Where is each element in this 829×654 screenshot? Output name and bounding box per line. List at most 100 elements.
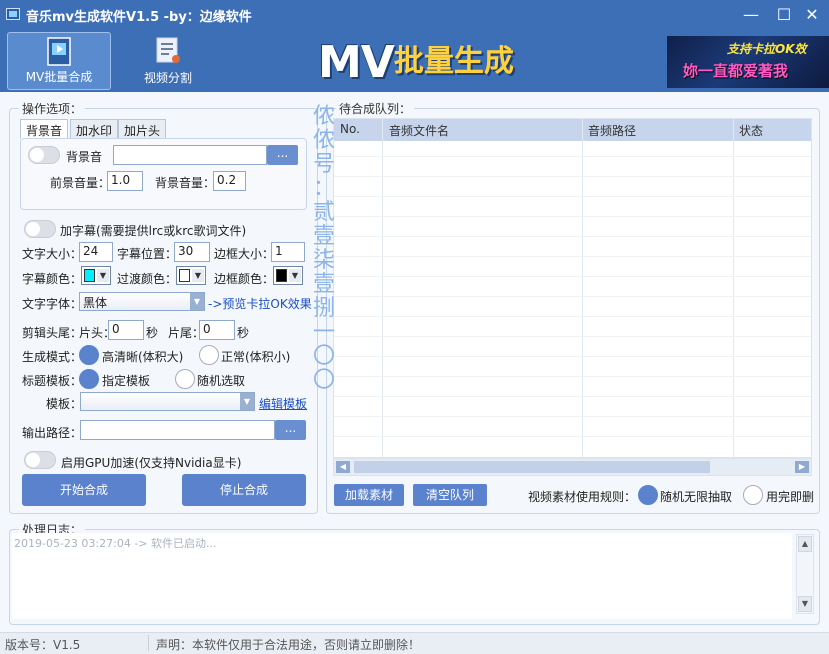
rule-random-radio[interactable] <box>638 485 658 505</box>
border-size-input[interactable]: 1 <box>271 242 305 262</box>
scroll-left-icon[interactable]: ◀ <box>336 461 350 473</box>
column-audio-path[interactable]: 音频路径 <box>588 122 636 139</box>
column-status[interactable]: 状态 <box>739 122 763 139</box>
subtitle-toggle[interactable] <box>24 220 56 238</box>
column-audio-name[interactable]: 音频文件名 <box>389 122 449 139</box>
font-family-label: 文字字体： <box>22 297 83 311</box>
chevron-down-icon: ▼ <box>240 393 254 410</box>
material-rule-label: 视频素材使用规则： <box>528 490 637 504</box>
trim-label: 剪辑头尾： <box>22 326 83 340</box>
row-divider <box>334 316 811 317</box>
fg-volume-input[interactable]: 1.0 <box>107 171 143 191</box>
subtitle-position-input[interactable]: 30 <box>174 242 210 262</box>
bgm-path-input[interactable] <box>113 145 267 165</box>
banner-karaoke-caption: 支持卡拉OK效 <box>727 42 807 56</box>
version-label: 版本号：V1.5 <box>5 638 81 652</box>
gpu-toggle[interactable] <box>24 451 56 469</box>
queue-table-header: No. 音频文件名 音频路径 状态 <box>334 119 811 141</box>
output-browse-button[interactable]: ... <box>275 420 306 440</box>
output-path-input[interactable] <box>80 420 275 440</box>
template-select[interactable]: ▼ <box>80 392 255 411</box>
mode-normal-radio[interactable] <box>199 345 219 365</box>
tab-bgm[interactable]: 背景音 <box>20 119 69 139</box>
watermark-char: 侬 <box>312 104 335 129</box>
preview-karaoke-link[interactable]: ->预览卡拉OK效果 <box>208 295 312 312</box>
row-divider <box>334 436 811 437</box>
border-color-picker[interactable]: ▼ <box>273 266 303 285</box>
maximize-button[interactable]: ☐ <box>773 4 795 26</box>
row-divider <box>334 356 811 357</box>
head-seconds-input[interactable]: 0 <box>108 320 144 340</box>
close-button[interactable]: ✕ <box>801 4 823 26</box>
border-color-label: 边框颜色： <box>214 272 275 286</box>
tail-seconds-input[interactable]: 0 <box>199 320 235 340</box>
template-random-label: 随机选取 <box>197 374 246 388</box>
add-material-button[interactable]: 加载素材 <box>334 484 404 506</box>
rule-once-label: 用完即删 <box>766 490 815 504</box>
bg-volume-label: 背景音量： <box>155 176 216 190</box>
row-divider <box>334 276 811 277</box>
row-divider <box>334 296 811 297</box>
column-no[interactable]: No. <box>340 122 360 136</box>
clear-queue-button[interactable]: 清空队列 <box>413 484 487 506</box>
start-button[interactable]: 开始合成 <box>22 474 146 506</box>
tab-watermark[interactable]: 加水印 <box>70 119 119 139</box>
watermark-char: 壹 <box>312 224 335 249</box>
split-document-icon <box>156 37 180 63</box>
output-path-label: 输出路径： <box>22 426 83 440</box>
rule-random-label: 随机无限抽取 <box>660 490 733 504</box>
video-split-tab[interactable]: 视频分割 <box>116 32 220 90</box>
bgm-label: 背景音 <box>66 150 103 164</box>
row-divider <box>334 336 811 337</box>
banner-karaoke-lyric: 妳一直都爱著我 <box>683 62 789 80</box>
scroll-up-icon[interactable]: ▲ <box>798 536 812 552</box>
rule-once-radio[interactable] <box>743 485 763 505</box>
subtitle-label: 加字幕(需要提供lrc或krc歌词文件) <box>60 224 247 238</box>
head-unit: 秒 <box>146 326 159 340</box>
row-divider <box>334 216 811 217</box>
font-color-picker[interactable]: ▼ <box>81 266 111 285</box>
mode-hd-radio[interactable] <box>79 345 99 365</box>
bg-volume-input[interactable]: 0.2 <box>213 171 246 191</box>
tab-intro[interactable]: 加片头 <box>118 119 167 139</box>
mv-batch-tab[interactable]: MV批量合成 <box>7 32 111 90</box>
watermark-char: 侬 <box>312 128 335 153</box>
banner-logo: MV批量生成 <box>318 36 558 88</box>
minimize-button[interactable]: — <box>740 4 762 26</box>
mode-hd-label: 高清晰(体积大) <box>102 350 184 364</box>
fg-volume-label: 前景音量： <box>50 176 111 190</box>
watermark-char: 柒 <box>312 248 335 273</box>
font-color-label: 字幕颜色： <box>22 272 83 286</box>
edit-template-link[interactable]: 编辑模板 <box>259 395 307 412</box>
stop-button[interactable]: 停止合成 <box>182 474 306 506</box>
template-random-radio[interactable] <box>175 369 195 389</box>
watermark-char: 捌 <box>312 296 335 321</box>
banner-karaoke-image: 支持卡拉OK效 妳一直都爱著我 <box>667 36 829 88</box>
template-fixed-radio[interactable] <box>79 369 99 389</box>
watermark-char: ： <box>312 176 335 201</box>
font-family-select[interactable]: 黑体 ▼ <box>79 292 205 311</box>
mode-normal-label: 正常(体积小) <box>221 350 291 364</box>
watermark-char: 〇 <box>312 344 335 369</box>
scroll-thumb[interactable] <box>354 461 710 473</box>
row-divider <box>334 156 811 157</box>
queue-table[interactable]: No. 音频文件名 音频路径 状态 <box>333 118 812 458</box>
transition-color-picker[interactable]: ▼ <box>176 266 206 285</box>
watermark-char: 号 <box>312 152 335 177</box>
scroll-right-icon[interactable]: ▶ <box>795 461 809 473</box>
watermark-char: 壹 <box>312 272 335 297</box>
font-size-input[interactable]: 24 <box>79 242 113 262</box>
scroll-down-icon[interactable]: ▼ <box>798 596 812 612</box>
row-divider <box>334 236 811 237</box>
chevron-down-icon: ▼ <box>289 269 301 282</box>
watermark-char: 〇 <box>312 368 335 393</box>
bgm-toggle[interactable] <box>28 146 60 164</box>
queue-horizontal-scrollbar[interactable]: ◀ ▶ <box>333 458 812 476</box>
log-vertical-scrollbar[interactable]: ▲ ▼ <box>796 534 814 614</box>
video-split-label: 视频分割 <box>143 71 192 85</box>
bgm-browse-button[interactable]: ... <box>267 145 298 165</box>
log-textarea[interactable]: 2019-05-23 03:27:04 -> 软件已启动... <box>12 533 792 619</box>
chevron-down-icon: ▼ <box>190 293 204 310</box>
row-divider <box>334 416 811 417</box>
row-divider <box>334 396 811 397</box>
